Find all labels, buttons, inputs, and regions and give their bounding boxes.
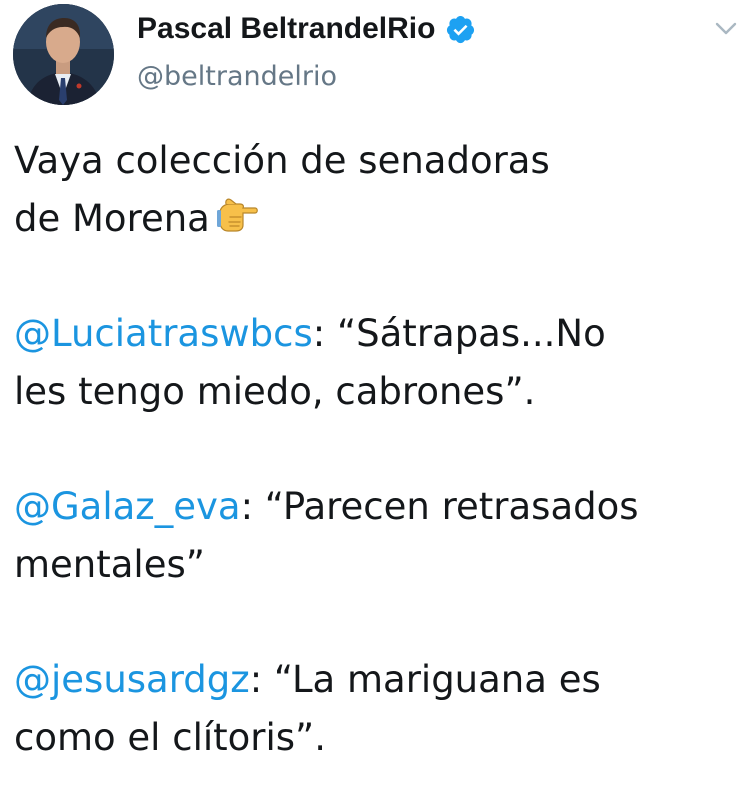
author-handle[interactable]: @beltrandelrio (137, 60, 337, 94)
tweet-text: Vaya colección de senadoras de Morena @L… (14, 132, 734, 767)
tweet-header: Pascal BeltrandelRio @beltrandelrio (0, 0, 742, 110)
quote-text: : “Sátrapas...No (312, 312, 606, 355)
author-name-row[interactable]: Pascal BeltrandelRio (137, 12, 476, 46)
tweet-quote: @Luciatraswbcs: “Sátrapas...No les tengo… (14, 305, 734, 421)
quote-text: como el clítoris”. (14, 716, 326, 759)
quote-text: les tengo miedo, cabrones”. (14, 370, 536, 413)
avatar-image (13, 4, 114, 105)
mention-link[interactable]: @Galaz_eva (14, 485, 241, 528)
mention-link[interactable]: @Luciatraswbcs (14, 312, 313, 355)
tweet-line: de Morena (14, 197, 210, 240)
tweet-quote: @Galaz_eva: “Parecen retrasados mentales… (14, 478, 734, 594)
tweet-line: Vaya colección de senadoras (14, 139, 550, 182)
verified-badge-icon (446, 15, 474, 43)
avatar[interactable] (13, 4, 114, 105)
quote-text: : “Parecen retrasados (240, 485, 639, 528)
mention-link[interactable]: @jesusardgz (14, 658, 250, 701)
chevron-down-icon[interactable] (715, 22, 737, 36)
quote-text: mentales” (14, 543, 205, 586)
quote-text: : “La mariguana es (249, 658, 601, 701)
display-name[interactable]: Pascal BeltrandelRio (137, 12, 435, 45)
tweet-quote: @jesusardgz: “La mariguana es como el cl… (14, 651, 734, 767)
tweet-intro: Vaya colección de senadoras de Morena (14, 132, 734, 248)
pointing-right-hand-icon (216, 198, 258, 232)
